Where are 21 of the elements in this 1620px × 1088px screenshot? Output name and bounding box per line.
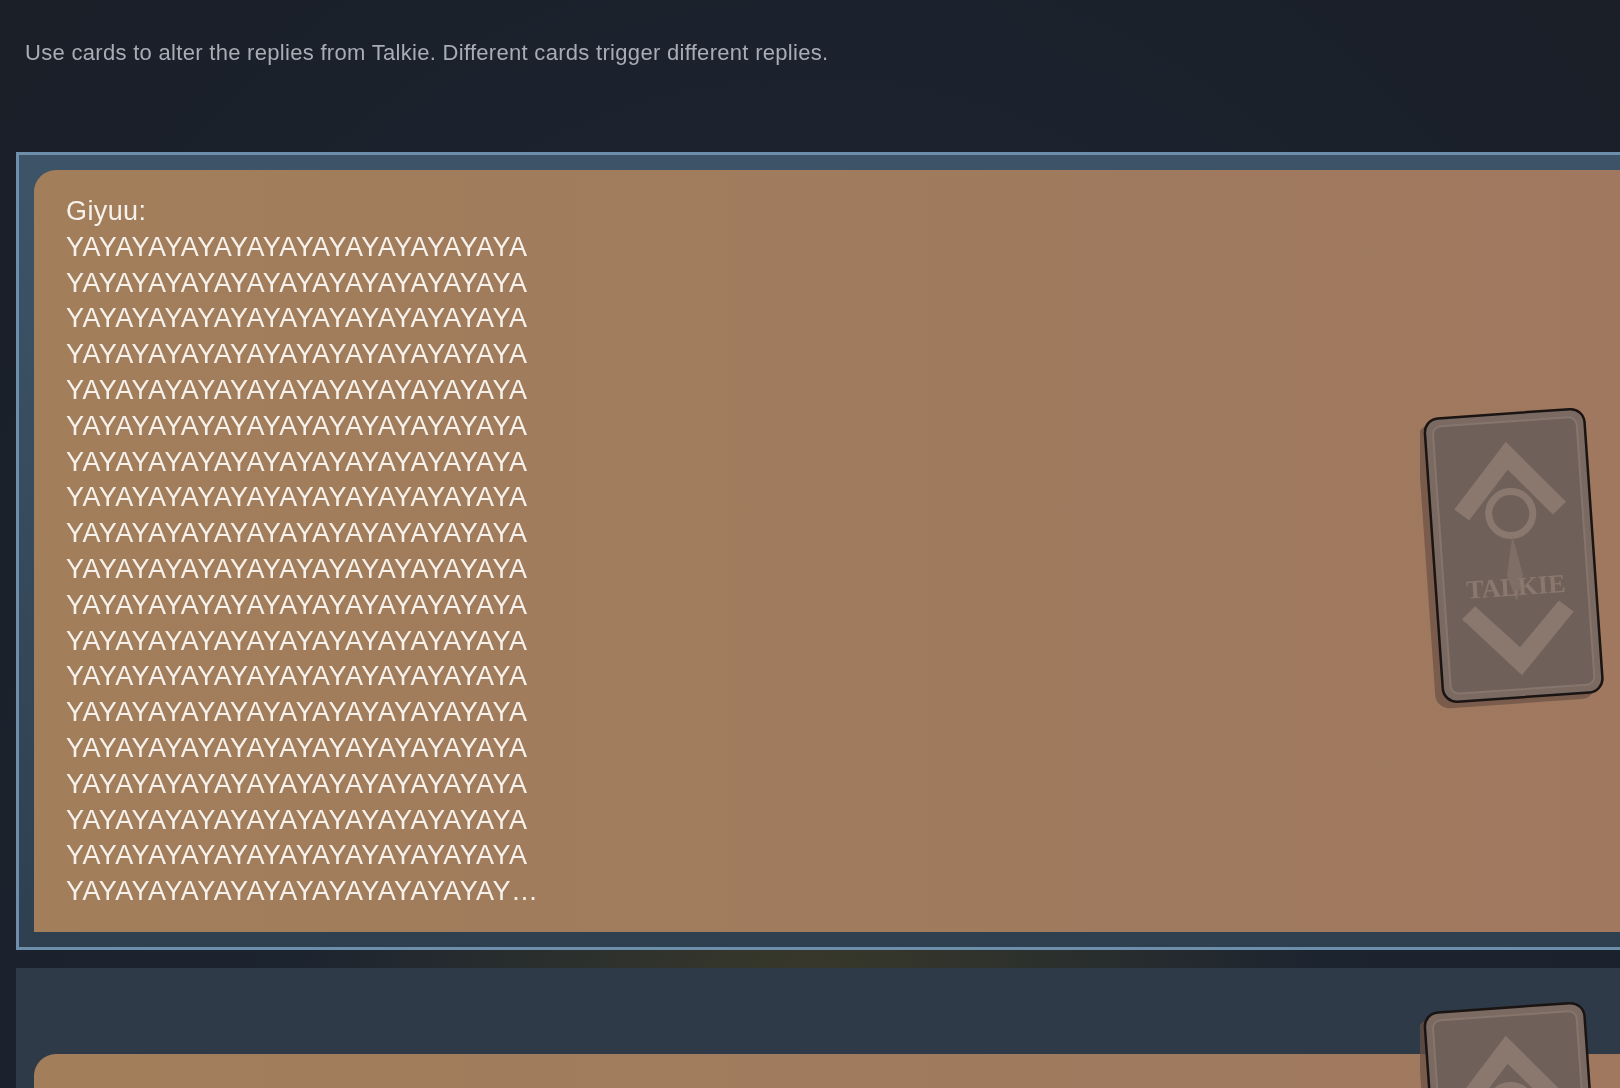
reply-text-line: YAYAYAYAYAYAYAYAYAYAYAYAYAYA <box>66 266 528 300</box>
reply-text-line: YAYAYAYAYAYAYAYAYAYAYAYAYAYA <box>66 696 528 730</box>
reply-text-line: YAYAYAYAYAYAYAYAYAYAYAYAYAYA <box>66 660 528 694</box>
reply-text-line: YAYAYAYAYAYAYAYAYAYAYAYAYAYA <box>66 803 528 837</box>
reply-text-line: YAYAYAYAYAYAYAYAYAYAYAYAYAYA <box>66 374 528 407</box>
reply-text-line: YAYAYAYAYAYAYAYAYAYAYAYAYAYA <box>66 481 528 515</box>
description-text: Use cards to alter the replies from Talkie. Different cards trigger different replies. <box>25 40 830 66</box>
reply-text-line: YAYAYAYAYAYAYAYAYAYAYAYAYAYA <box>66 302 528 336</box>
reply-text-line: YAYAYAYAYAYAYAYAYAYAYAYAYAYA <box>66 839 528 873</box>
reply-text-line: YAYAYAYAYAYAYAYAYAYAYAYAYAYA <box>66 588 528 622</box>
reply-text-line: YAYAYAYAYAYAYAYAYAYAYAYAYAYA <box>66 517 528 551</box>
reply-text-line: YAYAYAYAYAYAYAYAYAYAYAYAYAYA <box>66 445 528 479</box>
reply-text-line: YAYAYAYAYAYAYAYAYAYAYAYAYAYA <box>66 731 528 765</box>
reply-text-line: YAYAYAYAYAYAYAYAYAYAYAYAYAYA <box>66 409 528 443</box>
reply-text-line: YAYAYAYAYAYAYAYAYAYAYAYAYAY… <box>66 875 539 909</box>
reply-text-line: YAYAYAYAYAYAYAYAYAYAYAYAYAYA <box>66 552 528 586</box>
speaker-name: Giyuu: <box>66 195 147 228</box>
reply-text-line: YAYAYAYAYAYAYAYAYAYAYAYAYAYA <box>66 767 528 801</box>
reply-text-line: YAYAYAYAYAYAYAYAYAYAYAYAYAYA <box>66 624 528 658</box>
reply-text-line: YAYAYAYAYAYAYAYAYAYAYAYAYAYA <box>66 338 528 372</box>
reply-text-line: YAYAYAYAYAYAYAYAYAYAYAYAYAYA <box>66 230 528 264</box>
